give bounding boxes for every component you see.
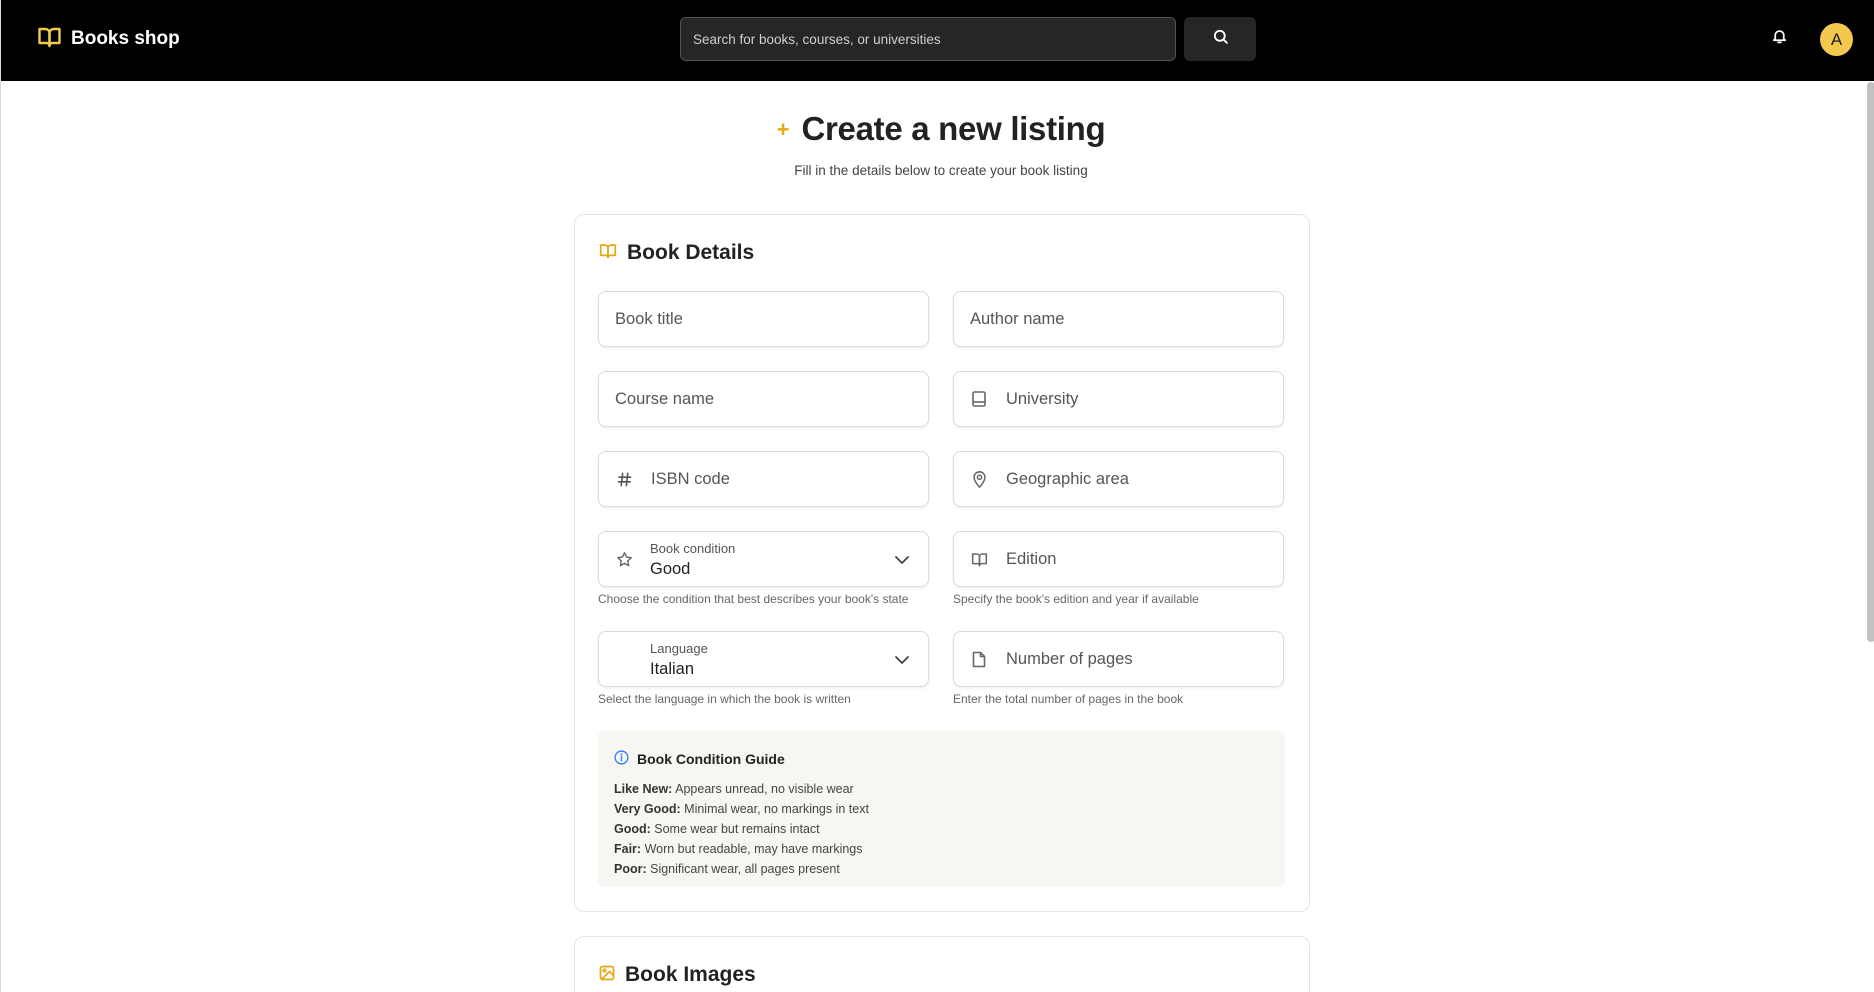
open-book-icon	[37, 26, 62, 53]
book-condition-hint: Choose the condition that best describes…	[598, 592, 909, 606]
guide-item: Good: Some wear but remains intact	[614, 822, 820, 836]
geographic-area-field[interactable]	[953, 451, 1284, 507]
university-input[interactable]	[1006, 389, 1283, 409]
edition-hint: Specify the book's edition and year if a…	[953, 592, 1199, 606]
notifications-button[interactable]	[1768, 27, 1790, 49]
edition-input[interactable]	[1006, 549, 1283, 569]
plus-icon: +	[776, 117, 790, 142]
book-condition-label: Book condition	[650, 541, 736, 556]
guide-desc: Significant wear, all pages present	[646, 862, 840, 876]
course-name-input[interactable]	[615, 389, 928, 409]
open-book-icon	[599, 241, 617, 265]
page-title: Create a new listing	[801, 110, 1106, 147]
book-condition-value: Good	[650, 560, 691, 578]
brand-logo[interactable]: Books shop	[37, 25, 180, 53]
guide-title: Book Condition Guide	[614, 750, 785, 768]
building-icon	[970, 390, 988, 408]
guide-term: Poor:	[614, 862, 647, 876]
guide-item: Poor: Significant wear, all pages presen…	[614, 862, 840, 876]
guide-term: Fair:	[614, 842, 642, 856]
image-icon	[599, 963, 615, 987]
guide-desc: Worn but readable, may have markings	[641, 842, 863, 856]
brand-name: Books shop	[71, 28, 180, 49]
guide-term: Good:	[614, 822, 651, 836]
pages-input[interactable]	[1006, 649, 1283, 669]
course-name-field[interactable]	[598, 371, 929, 427]
guide-term: Very Good:	[614, 802, 681, 816]
author-name-field[interactable]	[953, 291, 1284, 347]
language-select[interactable]: Language Italian	[598, 631, 929, 687]
search-input[interactable]	[680, 17, 1176, 61]
section-title: Book Images	[625, 963, 756, 986]
university-field[interactable]	[953, 371, 1284, 427]
book-details-header: Book Details	[599, 241, 754, 265]
guide-item: Very Good: Minimal wear, no markings in …	[614, 802, 869, 816]
isbn-input[interactable]	[651, 469, 928, 489]
edition-field[interactable]	[953, 531, 1284, 587]
bell-icon	[1771, 27, 1788, 50]
guide-desc: Some wear but remains intact	[650, 822, 820, 836]
chevron-down-icon	[894, 652, 910, 673]
language-label: Language	[650, 641, 708, 656]
guide-item: Like New: Appears unread, no visible wea…	[614, 782, 854, 796]
isbn-field[interactable]	[598, 451, 929, 507]
page: Books shop A + Create a new listing Fill…	[0, 0, 1874, 992]
section-title: Book Details	[627, 241, 755, 264]
star-icon	[615, 550, 633, 568]
condition-guide: Book Condition Guide Like New: Appears u…	[598, 731, 1285, 887]
guide-desc: Minimal wear, no markings in text	[680, 802, 869, 816]
guide-desc: Appears unread, no visible wear	[672, 782, 854, 796]
language-hint: Select the language in which the book is…	[598, 692, 851, 706]
info-icon	[614, 750, 629, 768]
avatar[interactable]: A	[1820, 23, 1853, 56]
book-condition-select[interactable]: Book condition Good	[598, 531, 929, 587]
page-subtitle: Fill in the details below to create your…	[794, 163, 1088, 178]
file-icon	[970, 650, 988, 668]
hash-icon	[615, 470, 633, 488]
pages-field[interactable]	[953, 631, 1284, 687]
scrollbar[interactable]	[1867, 82, 1874, 642]
guide-title-text: Book Condition Guide	[637, 751, 785, 767]
book-title-input[interactable]	[615, 309, 928, 329]
geographic-area-input[interactable]	[1006, 469, 1283, 489]
page-heading: + Create a new listing	[1, 110, 1874, 148]
language-value: Italian	[650, 660, 695, 678]
map-pin-icon	[970, 470, 988, 488]
chevron-down-icon	[894, 552, 910, 573]
search-button[interactable]	[1184, 17, 1256, 61]
book-title-field[interactable]	[598, 291, 929, 347]
open-book-icon	[970, 550, 988, 568]
book-images-header: Book Images	[599, 963, 756, 987]
guide-term: Like New:	[614, 782, 673, 796]
guide-item: Fair: Worn but readable, may have markin…	[614, 842, 863, 856]
top-navbar: Books shop A	[1, 0, 1874, 81]
pages-hint: Enter the total number of pages in the b…	[953, 692, 1184, 706]
search-icon	[1212, 28, 1229, 50]
author-name-input[interactable]	[970, 309, 1283, 329]
